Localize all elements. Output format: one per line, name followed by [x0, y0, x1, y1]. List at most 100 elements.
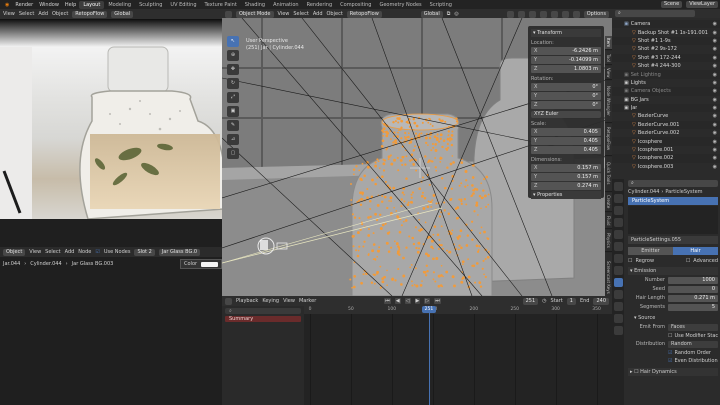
world-tab-icon[interactable] — [613, 242, 623, 251]
particle-system-list-item[interactable]: ParticleSystem — [628, 197, 718, 205]
particle-system-list[interactable] — [628, 206, 718, 234]
shading-material-icon[interactable] — [561, 10, 569, 18]
workspace-tab-sculpting[interactable]: Sculpting — [135, 1, 166, 9]
eye-icon[interactable]: ◉ — [713, 139, 720, 145]
source-panel-header[interactable]: ▾ Source — [628, 314, 718, 322]
node-menu-add[interactable]: Add — [65, 249, 75, 255]
proportional-edit-icon[interactable]: ◎ — [454, 11, 458, 17]
even-distribution-checkbox[interactable]: ☑ — [668, 358, 672, 364]
eye-icon[interactable]: ◉ — [713, 55, 720, 61]
node-menu-node[interactable]: Node — [78, 249, 91, 255]
field-y[interactable]: Y 0° — [531, 92, 601, 100]
data-tab-icon[interactable] — [613, 314, 623, 323]
timeline-menu-playback[interactable]: Playback — [236, 298, 258, 304]
outliner-item[interactable]: ▽ Shot #1 1-9s ◉ — [612, 36, 720, 46]
editor-type-icon[interactable] — [225, 10, 232, 18]
workspace-tab-rendering[interactable]: Rendering — [303, 1, 337, 9]
field-y[interactable]: Y -0.14099 m — [531, 56, 601, 64]
timeline-editor[interactable]: Playback Keying View Marker ⏮ ◀ ◁ ▶ ▷ ⏭ 251 ◷ Start 1… — [222, 296, 612, 405]
sidebar-tab-create[interactable]: Create — [605, 192, 612, 212]
field-x[interactable]: X 0.405 — [531, 128, 601, 136]
outliner-item[interactable]: ▽ Icosphere.001 ◉ — [612, 145, 720, 155]
outliner-item[interactable]: ▽ BezierCurve.001 ◉ — [612, 120, 720, 130]
node-menu-view[interactable]: View — [29, 249, 41, 255]
timeline-search[interactable]: ⌕ — [225, 308, 301, 314]
retopoflow-dropdown[interactable]: RetopoFlow — [346, 10, 382, 18]
outliner-item[interactable]: ▽ Shot #4 244-300 ◉ — [612, 61, 720, 71]
workspace-tab-compositing[interactable]: Compositing — [336, 1, 375, 9]
outliner-item[interactable]: ▣ BG Jars ◉ — [612, 95, 720, 104]
field-z[interactable]: Z 1.0803 m — [531, 65, 601, 73]
physics-tab-icon[interactable] — [613, 290, 623, 299]
emission-panel-header[interactable]: ▾ Emission — [628, 267, 718, 275]
image-editor-canvas[interactable] — [0, 19, 226, 220]
shading-render-icon[interactable] — [572, 10, 580, 18]
outliner-item[interactable]: ▽ BezierCurve ◉ — [612, 112, 720, 121]
emit-from-dropdown[interactable]: Faces — [668, 323, 718, 331]
preview-range-icon[interactable]: ◷ — [542, 298, 546, 304]
eye-icon[interactable]: ◉ — [713, 122, 720, 128]
viewport-menu-view[interactable]: View — [278, 11, 290, 17]
hair-dynamics-panel-header[interactable]: ▸ ☐ Hair Dynamics — [628, 368, 718, 376]
scene-tab-icon[interactable] — [613, 230, 623, 239]
sidebar-tab-item[interactable]: Item — [605, 36, 612, 50]
view-layer-tab-icon[interactable] — [613, 218, 623, 227]
eye-icon[interactable]: ◉ — [713, 21, 720, 27]
axis-value[interactable]: 0° — [548, 83, 598, 91]
add-cube-tool[interactable]: ▢ — [227, 148, 239, 159]
transform-global-dropdown[interactable]: Global — [420, 10, 443, 18]
snap-icon[interactable]: ⧉ — [447, 11, 451, 17]
node-menu-object[interactable]: Object — [3, 248, 26, 256]
axis-value[interactable]: 0.405 — [548, 128, 598, 136]
panel-header-properties[interactable]: ▾ Properties — [531, 191, 601, 199]
timeline-editor-type-icon[interactable] — [225, 297, 232, 305]
object-tab-icon[interactable] — [613, 254, 623, 263]
left-menu-select[interactable]: Select — [19, 11, 34, 17]
viewport-menu-select[interactable]: Select — [293, 11, 308, 17]
axis-value[interactable]: 0.157 m — [548, 173, 598, 181]
view-layer-selector[interactable]: ViewLayer — [686, 1, 718, 8]
breadcrumb-item[interactable]: Cylinder.044 — [30, 261, 61, 267]
next-key-icon[interactable]: ▷ — [424, 298, 431, 304]
random-order-checkbox[interactable]: ☑ — [668, 350, 672, 356]
viewport-options-dropdown[interactable]: Options — [583, 10, 609, 18]
left-menu-add[interactable]: Add — [38, 11, 48, 17]
eye-icon[interactable]: ◉ — [713, 147, 720, 153]
timeline-ruler[interactable]: 050100150200250300350251 — [304, 306, 612, 405]
eye-icon[interactable]: ◉ — [713, 164, 720, 170]
field-x[interactable]: X 0° — [531, 83, 601, 91]
outliner[interactable]: ⌕ ▣ Camera ◉ ▽ Backup Shot #1 1s-191.001 ◉ ▽ Sh… — [612, 9, 720, 179]
eye-icon[interactable]: ◉ — [713, 38, 720, 44]
scene-selector[interactable]: Scene — [660, 1, 683, 8]
field-x[interactable]: X 0.157 m — [531, 164, 601, 172]
playhead-frame-label[interactable]: 251 — [421, 306, 436, 313]
particle-settings-datablock[interactable]: ParticleSettings.055 — [628, 236, 718, 244]
3d-viewport[interactable]: ↖ ⊕ ✥ ↻ ⤢ ▣ ✎ ⊿ ▢ User Perspective (251)… — [222, 18, 612, 296]
axis-value[interactable]: 0.405 — [548, 146, 598, 154]
viewport-menu-object[interactable]: Object — [327, 11, 343, 17]
transform-tool[interactable]: ▣ — [227, 106, 239, 117]
playhead-line[interactable] — [428, 306, 430, 405]
field-value-seed[interactable]: 0 — [668, 285, 718, 293]
play-reverse-icon[interactable]: ◁ — [404, 298, 411, 304]
outliner-item[interactable]: ▽ Shot #3 172-244 ◉ — [612, 53, 720, 62]
outliner-item[interactable]: ▣ Jar ◉ — [612, 103, 720, 113]
breadcrumb-item[interactable]: Cylinder.044 — [628, 189, 659, 195]
axis-value[interactable]: -6.2426 m — [548, 47, 598, 55]
field-y[interactable]: Y 0.405 — [531, 137, 601, 145]
axis-value[interactable]: -0.14099 m — [548, 56, 598, 64]
object-mode-dropdown[interactable]: Object Mode — [236, 10, 274, 18]
workspace-tab-layout[interactable]: Layout — [79, 0, 105, 9]
eye-icon[interactable]: ◉ — [713, 30, 720, 36]
sidebar-tab-screencast-keys[interactable]: Screencast Keys — [605, 253, 612, 296]
play-icon[interactable]: ▶ — [414, 298, 421, 304]
overlay-icon[interactable] — [528, 10, 536, 18]
breadcrumb-item[interactable]: Jar Glass BG.003 — [72, 261, 114, 267]
outliner-item[interactable]: ▽ Shot #2 9s-172 ◉ — [612, 45, 720, 54]
outliner-item[interactable]: ▽ Icosphere ◉ — [612, 137, 720, 146]
timeline-menu-keying[interactable]: Keying — [262, 298, 279, 304]
sidebar-tab-tool[interactable]: Tool — [605, 51, 612, 65]
node-menu-select[interactable]: Select — [45, 249, 60, 255]
blender-logo-icon[interactable]: ◉ — [2, 2, 12, 8]
eye-icon[interactable]: ◉ — [713, 46, 720, 52]
